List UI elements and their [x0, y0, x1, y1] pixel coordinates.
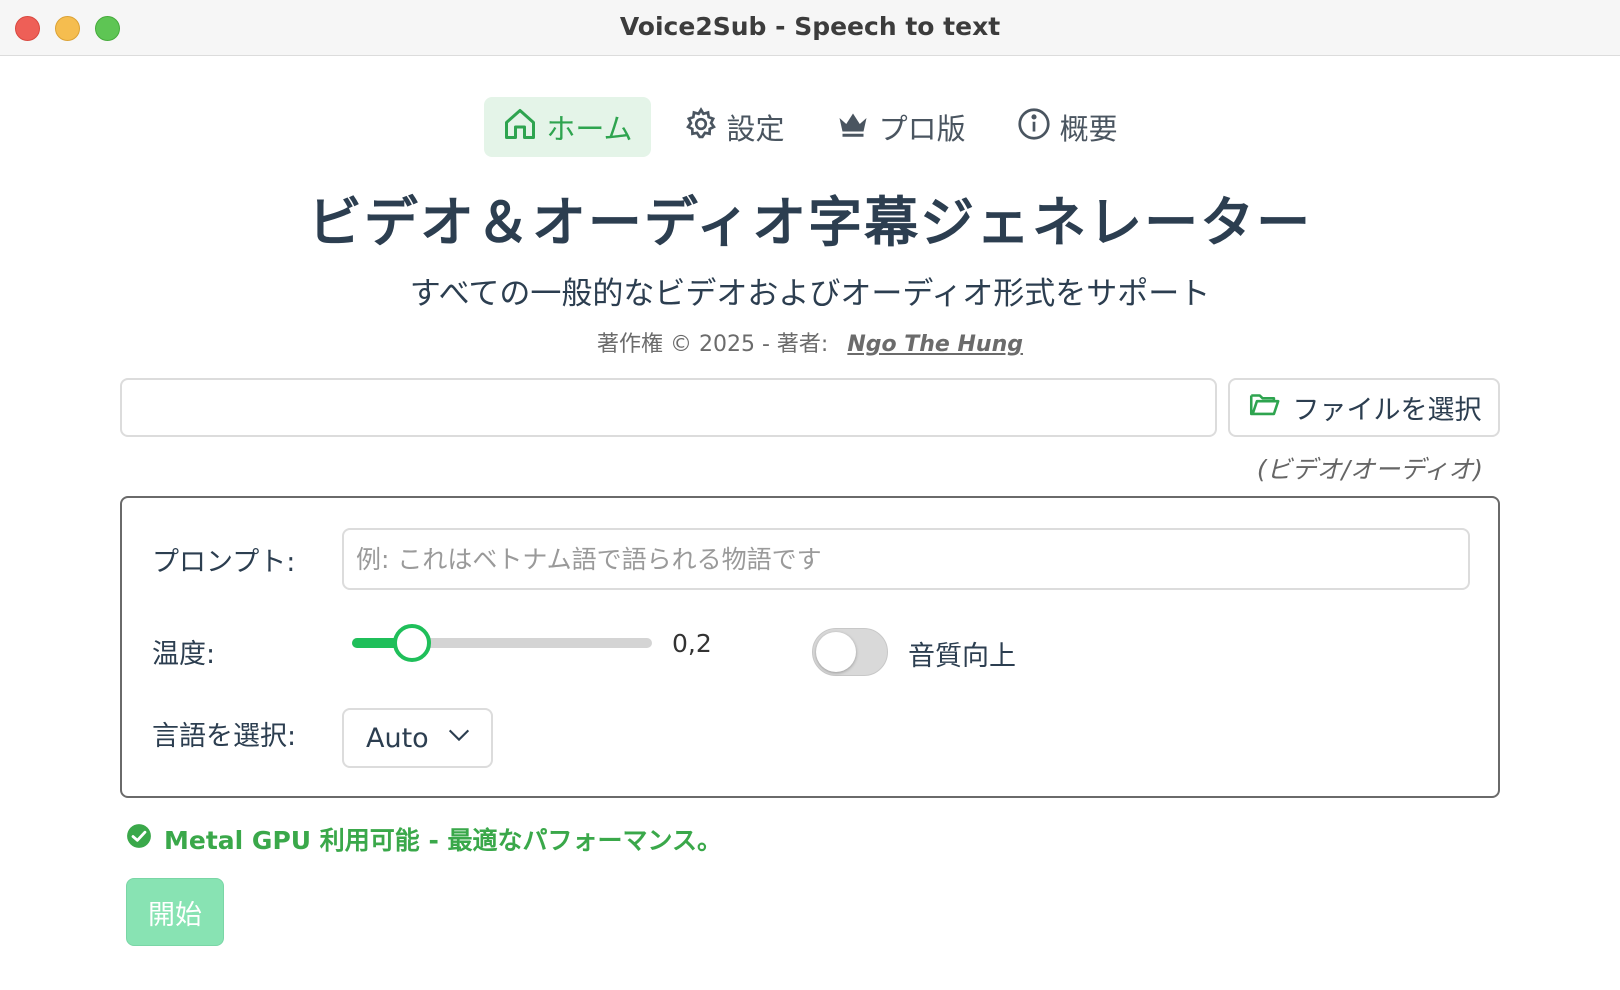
enhance-audio-toggle[interactable]: [812, 628, 888, 676]
title-bar: Voice2Sub - Speech to text: [0, 0, 1620, 56]
temperature-value: 0,2: [672, 629, 712, 658]
language-select[interactable]: Auto: [342, 708, 493, 768]
info-icon: [1016, 106, 1052, 149]
window-title: Voice2Sub - Speech to text: [619, 12, 1001, 41]
home-icon: [502, 106, 538, 149]
nav-item-label: プロ版: [878, 112, 966, 146]
choose-file-button[interactable]: ファイルを選択: [1228, 378, 1500, 437]
copyright-text: 著作権 © 2025 - 著者:: [597, 332, 829, 357]
prompt-input[interactable]: [342, 528, 1470, 590]
nav-item-label: 概要: [1059, 112, 1118, 146]
settings-panel: プロンプト: 温度: 0,2 音質向上 言語を選択: Auto: [120, 496, 1500, 798]
temperature-slider[interactable]: [352, 624, 652, 662]
prompt-label: プロンプト:: [152, 547, 296, 578]
nav-item-label: ホーム: [546, 112, 633, 146]
gpu-status: Metal GPU 利用可能 - 最適なパフォーマンス。: [126, 821, 722, 857]
author-link[interactable]: Ngo The Hung: [847, 332, 1023, 357]
toggle-knob: [816, 632, 856, 672]
gpu-status-text: Metal GPU 利用可能 - 最適なパフォーマンス。: [164, 826, 723, 855]
page-subtitle: すべての一般的なビデオおよびオーディオ形式をサポート: [409, 276, 1211, 312]
file-path-field[interactable]: [120, 378, 1217, 437]
folder-open-icon: [1247, 387, 1281, 428]
nav-item-settings[interactable]: 設定: [665, 97, 803, 157]
crown-icon: [835, 106, 871, 149]
nav-item-about[interactable]: 概要: [998, 97, 1136, 157]
nav-item-pro[interactable]: プロ版: [817, 97, 984, 157]
nav-item-home[interactable]: ホーム: [484, 97, 651, 157]
language-select-value: Auto: [366, 722, 429, 754]
page-title: ビデオ＆オーディオ字幕ジェネレーター: [307, 191, 1313, 254]
nav-item-label: 設定: [726, 112, 785, 146]
temperature-label: 温度:: [152, 639, 216, 670]
file-type-hint: (ビデオ/オーディオ): [1256, 455, 1483, 484]
temperature-slider-thumb[interactable]: [393, 624, 431, 662]
start-button[interactable]: 開始: [126, 878, 224, 946]
enhance-audio-label: 音質向上: [908, 641, 1016, 672]
copyright-line: 著作権 © 2025 - 著者: Ngo The Hung: [0, 326, 1620, 358]
gear-icon: [683, 106, 719, 149]
check-circle-icon: [126, 823, 152, 855]
language-label: 言語を選択:: [152, 721, 297, 752]
main-nav: ホーム 設定 プロ版 概要: [0, 97, 1620, 157]
choose-file-label: ファイルを選択: [1292, 395, 1482, 426]
chevron-down-icon: [445, 721, 473, 756]
